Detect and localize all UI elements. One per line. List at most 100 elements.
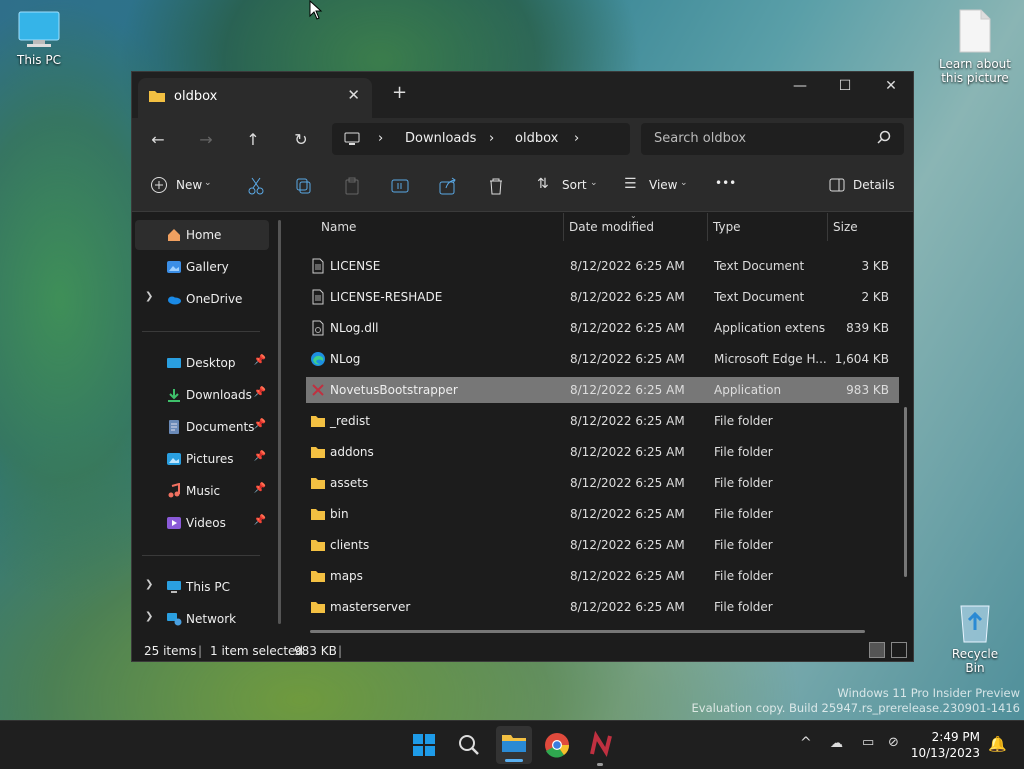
table-row[interactable]: assets 8/12/2022 6:25 AM File folder xyxy=(306,470,899,496)
sort-caret-icon: ⌄ xyxy=(630,213,637,220)
file-explorer-taskbar-button[interactable] xyxy=(496,726,532,764)
sidebar-item-onedrive[interactable]: ❯ OneDrive xyxy=(135,284,269,314)
sidebar-item-gallery[interactable]: Gallery xyxy=(135,252,269,282)
large-icons-view-button[interactable] xyxy=(891,642,907,658)
more-options-button[interactable]: ••• xyxy=(715,176,736,190)
table-row[interactable]: LICENSE-RESHADE 8/12/2022 6:25 AM Text D… xyxy=(306,284,899,310)
chevron-right-icon[interactable]: ❯ xyxy=(145,579,153,590)
sidebar-scrollbar[interactable] xyxy=(278,220,281,624)
tab-title: oldbox xyxy=(174,89,218,104)
clock[interactable]: 2:49 PM 10/13/2023 xyxy=(911,729,980,761)
pin-icon[interactable]: 📌 xyxy=(254,387,266,398)
tray-overflow-icon[interactable]: ^ xyxy=(800,735,812,751)
search-box[interactable]: Search oldbox xyxy=(641,123,904,155)
delete-icon[interactable] xyxy=(486,176,506,196)
new-button[interactable]: New ⌄ xyxy=(150,176,214,198)
chevron-right-icon[interactable]: ❯ xyxy=(145,291,153,302)
pin-icon[interactable]: 📌 xyxy=(254,355,266,366)
file-size: 2 KB xyxy=(861,290,889,304)
sidebar-item-documents[interactable]: Documents 📌 xyxy=(135,412,269,442)
view-button[interactable]: ☰ View ⌄ xyxy=(624,176,690,198)
status-separator: | xyxy=(338,644,343,658)
desktop-icon-recycle-bin[interactable]: Recycle Bin xyxy=(942,600,1008,675)
copy-icon[interactable] xyxy=(294,176,314,196)
breadcrumb-oldbox[interactable]: oldbox xyxy=(515,131,558,146)
new-tab-button[interactable]: + xyxy=(392,82,407,103)
table-row[interactable]: maps 8/12/2022 6:25 AM File folder xyxy=(306,563,899,589)
table-row[interactable]: NLog.dll 8/12/2022 6:25 AM Application e… xyxy=(306,315,899,341)
up-button[interactable]: ↑ xyxy=(239,126,267,154)
close-window-button[interactable]: ✕ xyxy=(868,78,913,104)
sidebar-item-network[interactable]: ❯ Network xyxy=(135,604,269,634)
display-tray-icon[interactable]: ▭ xyxy=(862,735,874,750)
search-icon xyxy=(877,130,891,144)
chevron-down-icon: ⌄ xyxy=(204,178,212,188)
sort-button[interactable]: ⇅ Sort ⌄ xyxy=(537,176,599,198)
sidebar-item-videos[interactable]: Videos 📌 xyxy=(135,508,269,538)
column-separator[interactable] xyxy=(707,213,708,241)
folder-icon xyxy=(311,540,325,551)
sidebar-item-home[interactable]: Home xyxy=(135,220,269,250)
refresh-button[interactable]: ↻ xyxy=(287,126,315,154)
sidebar-item-label: Network xyxy=(186,612,237,626)
rename-icon[interactable] xyxy=(390,176,410,196)
desktop-icon-this-pc[interactable]: This PC xyxy=(14,10,64,67)
share-icon[interactable] xyxy=(438,176,458,196)
table-row[interactable]: LICENSE 8/12/2022 6:25 AM Text Document … xyxy=(306,253,899,279)
pin-icon[interactable]: 📌 xyxy=(254,483,266,494)
sidebar-item-downloads[interactable]: Downloads 📌 xyxy=(135,380,269,410)
network-disconnected-icon[interactable]: ⊘ xyxy=(888,735,899,750)
address-bar[interactable]: › Downloads › oldbox › xyxy=(332,123,630,155)
sidebar-item-pictures[interactable]: Pictures 📌 xyxy=(135,444,269,474)
column-header-size[interactable]: Size xyxy=(833,220,858,234)
file-date: 8/12/2022 6:25 AM xyxy=(570,321,685,335)
desktop-icon-label: Learn about this picture xyxy=(939,57,1011,85)
details-button[interactable]: Details xyxy=(829,176,895,198)
sidebar-item-this-pc[interactable]: ❯ This PC xyxy=(135,572,269,602)
column-separator[interactable] xyxy=(563,213,564,241)
back-button[interactable]: ← xyxy=(144,126,172,154)
forward-button[interactable]: → xyxy=(192,126,220,154)
windows-start-icon[interactable] xyxy=(409,730,439,760)
paste-icon[interactable] xyxy=(342,176,362,196)
home-icon xyxy=(168,229,180,241)
sidebar-item-label: Videos xyxy=(186,516,226,530)
file-size: 839 KB xyxy=(846,321,889,335)
watermark-line: Windows 11 Pro Insider Preview xyxy=(837,686,1020,700)
onedrive-tray-icon[interactable]: ☁ xyxy=(830,736,843,751)
maximize-button[interactable]: ☐ xyxy=(822,78,868,104)
file-date: 8/12/2022 6:25 AM xyxy=(570,414,685,428)
novetus-icon[interactable] xyxy=(586,730,616,760)
minimize-button[interactable]: — xyxy=(777,78,823,104)
column-header-date[interactable]: Date modified xyxy=(569,220,654,234)
search-icon[interactable] xyxy=(453,730,483,760)
chrome-icon[interactable] xyxy=(542,730,572,760)
tab-oldbox[interactable]: oldbox ✕ xyxy=(138,78,372,118)
tab-close-icon[interactable]: ✕ xyxy=(347,86,360,104)
column-header-type[interactable]: Type xyxy=(713,220,741,234)
table-row-selected[interactable]: NovetusBootstrapper 8/12/2022 6:25 AM Ap… xyxy=(306,377,899,403)
pin-icon[interactable]: 📌 xyxy=(254,419,266,430)
details-view-button[interactable] xyxy=(869,642,885,658)
table-row[interactable]: clients 8/12/2022 6:25 AM File folder xyxy=(306,532,899,558)
sidebar-item-music[interactable]: Music 📌 xyxy=(135,476,269,506)
sidebar-item-label: Documents xyxy=(186,420,255,434)
cut-icon[interactable] xyxy=(246,176,266,196)
horizontal-scrollbar[interactable] xyxy=(310,630,865,633)
chevron-right-icon[interactable]: ❯ xyxy=(145,611,153,622)
notification-bell-icon[interactable]: 🔔 xyxy=(988,735,1007,753)
table-row[interactable]: bin 8/12/2022 6:25 AM File folder xyxy=(306,501,899,527)
column-header-name[interactable]: Name xyxy=(321,220,356,234)
vertical-scrollbar[interactable] xyxy=(904,407,907,577)
table-row[interactable]: addons 8/12/2022 6:25 AM File folder xyxy=(306,439,899,465)
table-row[interactable]: _redist 8/12/2022 6:25 AM File folder xyxy=(306,408,899,434)
pin-icon[interactable]: 📌 xyxy=(254,515,266,526)
pin-icon[interactable]: 📌 xyxy=(254,451,266,462)
desktop-icon-learn-about-picture[interactable]: Learn about this picture xyxy=(938,8,1012,85)
table-row[interactable]: masterserver 8/12/2022 6:25 AM File fold… xyxy=(306,594,899,620)
file-name: masterserver xyxy=(330,600,411,614)
sidebar-item-desktop[interactable]: Desktop 📌 xyxy=(135,348,269,378)
breadcrumb-downloads[interactable]: Downloads xyxy=(405,131,476,146)
table-row[interactable]: NLog 8/12/2022 6:25 AM Microsoft Edge H.… xyxy=(306,346,899,372)
column-separator[interactable] xyxy=(827,213,828,241)
